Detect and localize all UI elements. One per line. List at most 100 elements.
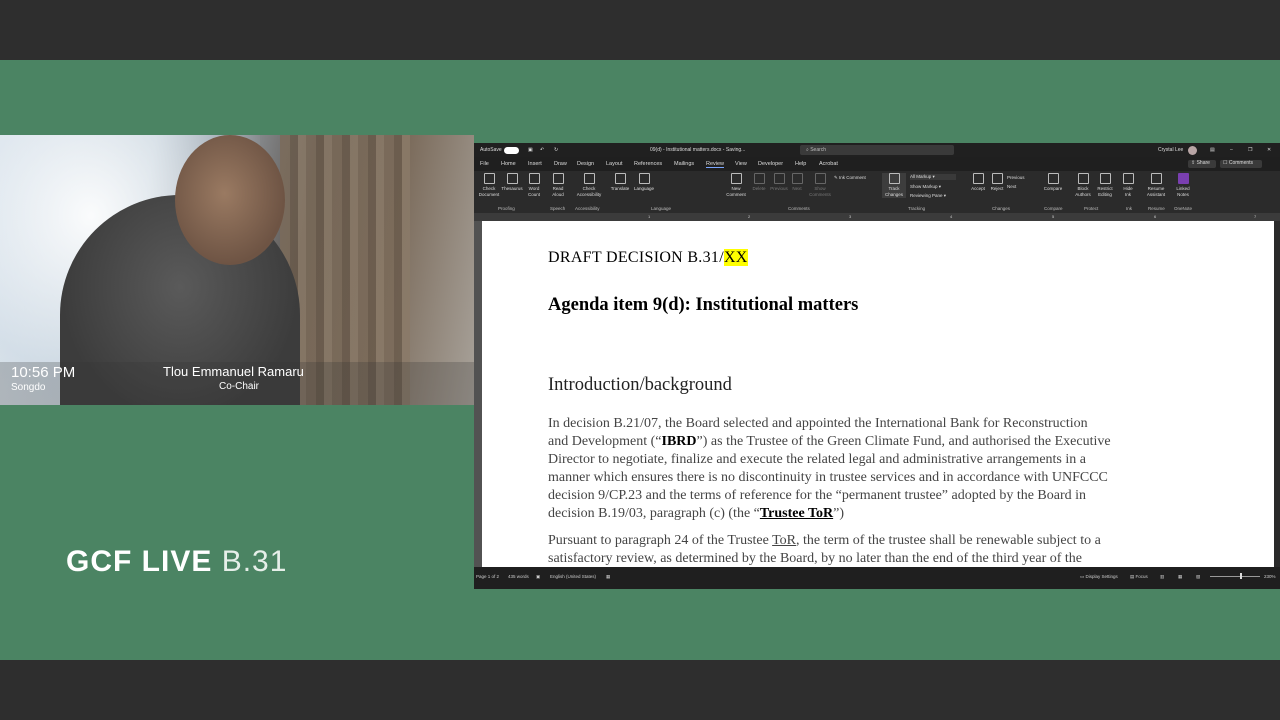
search-placeholder: Search bbox=[810, 147, 827, 153]
group-ink: Ink bbox=[1126, 206, 1133, 211]
new-comment-icon bbox=[730, 173, 742, 184]
page-indicator[interactable]: Page 1 of 2 bbox=[476, 574, 499, 579]
avatar[interactable] bbox=[1188, 146, 1197, 155]
show-markup-button[interactable]: Show Markup ▾ bbox=[910, 184, 956, 190]
proofing-icon[interactable]: ▣ bbox=[536, 574, 540, 580]
tab-draw[interactable]: Draw bbox=[554, 161, 567, 167]
resume-assistant-button[interactable]: Resume Assistant bbox=[1144, 173, 1168, 198]
group-onenote: OneNote bbox=[1174, 206, 1193, 211]
show-comments-button[interactable]: Show Comments bbox=[808, 173, 832, 198]
agenda-heading: Agenda item 9(d): Institutional matters bbox=[548, 295, 859, 315]
word-window: AutoSave ▣ ↶ ↻ 09(d) - Institutional mat… bbox=[474, 143, 1280, 589]
zoom-level[interactable]: 230% bbox=[1264, 574, 1276, 579]
word-count[interactable]: 435 words bbox=[508, 574, 529, 579]
language-icon bbox=[638, 173, 650, 184]
tab-insert[interactable]: Insert bbox=[528, 161, 542, 167]
hide-ink-icon bbox=[1122, 173, 1134, 184]
compare-icon bbox=[1047, 173, 1059, 184]
tab-file[interactable]: File bbox=[480, 161, 489, 167]
translate-button[interactable]: Translate bbox=[608, 173, 632, 192]
tab-layout[interactable]: Layout bbox=[606, 161, 623, 167]
block-authors-button[interactable]: Block Authors bbox=[1072, 173, 1094, 198]
ink-comment-button[interactable]: ✎ Ink Comment bbox=[834, 175, 874, 181]
redo-icon[interactable]: ↻ bbox=[554, 147, 558, 153]
thesaurus-icon bbox=[506, 173, 518, 184]
highlighted-placeholder: XX bbox=[723, 249, 748, 266]
ribbon-display-icon[interactable]: ▤ bbox=[1210, 147, 1215, 153]
read-aloud-button[interactable]: Read Aloud bbox=[548, 173, 568, 198]
reviewing-pane-button[interactable]: Reviewing Pane ▾ bbox=[910, 193, 960, 199]
tab-review[interactable]: Review bbox=[706, 161, 725, 168]
group-accessibility: Accessibility bbox=[575, 206, 600, 211]
user-name: Crystal Lee bbox=[1158, 147, 1184, 153]
document-page[interactable]: DRAFT DECISION B.31/XX Agenda item 9(d):… bbox=[482, 221, 1274, 567]
markup-select[interactable]: All Markup ▾ bbox=[910, 174, 956, 180]
previous-change-button[interactable]: Previous bbox=[1007, 175, 1035, 181]
next-change-button[interactable]: Next bbox=[1007, 184, 1035, 190]
accept-button[interactable]: Accept bbox=[968, 173, 988, 192]
reject-button[interactable]: Reject bbox=[988, 173, 1006, 192]
horizontal-ruler: 1 2 3 4 5 6 7 bbox=[474, 213, 1280, 221]
previous-comment-button[interactable]: Previous bbox=[769, 173, 789, 192]
undo-icon[interactable]: ↶ bbox=[540, 147, 544, 153]
title-bar: AutoSave ▣ ↶ ↻ 09(d) - Institutional mat… bbox=[474, 143, 1280, 157]
group-protect: Protect bbox=[1084, 206, 1099, 211]
zoom-slider[interactable] bbox=[1210, 576, 1260, 577]
track-changes-button[interactable]: Track Changes bbox=[882, 173, 906, 198]
vertical-scrollbar[interactable] bbox=[1274, 221, 1280, 567]
tab-acrobat[interactable]: Acrobat bbox=[819, 161, 838, 167]
group-changes: Changes bbox=[992, 206, 1011, 211]
new-comment-button[interactable]: New Comment bbox=[724, 173, 748, 198]
language-button[interactable]: Language bbox=[632, 173, 656, 192]
compare-button[interactable]: Compare bbox=[1041, 173, 1065, 192]
participant-name: Tlou Emmanuel Ramaru bbox=[163, 364, 304, 379]
thesaurus-button[interactable]: Thesaurus bbox=[501, 173, 523, 192]
group-tracking: Tracking bbox=[908, 206, 926, 211]
group-comments: Comments bbox=[788, 206, 810, 211]
group-language: Language bbox=[651, 206, 672, 211]
translate-icon bbox=[614, 173, 626, 184]
check-accessibility-button[interactable]: Check Accessibility bbox=[574, 173, 604, 198]
tab-design[interactable]: Design bbox=[577, 161, 594, 167]
focus-button[interactable]: ▤ Focus bbox=[1130, 574, 1148, 580]
group-speech: Speech bbox=[550, 206, 566, 211]
share-button[interactable]: ⇪ Share bbox=[1188, 160, 1216, 168]
save-icon[interactable]: ▣ bbox=[528, 147, 533, 153]
delete-comment-button[interactable]: Delete bbox=[750, 173, 768, 192]
zoom-thumb[interactable] bbox=[1240, 573, 1242, 579]
tab-mailings[interactable]: Mailings bbox=[674, 161, 694, 167]
linked-notes-button[interactable]: Linked Notes bbox=[1172, 173, 1194, 198]
status-bar: Page 1 of 2 435 words ▣ English (United … bbox=[474, 571, 1280, 583]
restrict-editing-button[interactable]: Restrict Editing bbox=[1094, 173, 1116, 198]
delete-icon bbox=[753, 173, 765, 184]
autosave-toggle[interactable] bbox=[504, 147, 519, 154]
comments-button[interactable]: ☐ Comments bbox=[1220, 160, 1262, 168]
group-compare: Compare bbox=[1044, 206, 1063, 211]
close-icon[interactable]: ✕ bbox=[1267, 147, 1271, 153]
tab-developer[interactable]: Developer bbox=[758, 161, 783, 167]
next-comment-button[interactable]: Next bbox=[790, 173, 804, 192]
restore-icon[interactable]: ❐ bbox=[1248, 147, 1252, 153]
word-count-button[interactable]: Word Count bbox=[524, 173, 544, 198]
hide-ink-button[interactable]: Hide Ink bbox=[1120, 173, 1136, 198]
read-mode-icon[interactable]: ▥ bbox=[1160, 574, 1164, 580]
print-layout-icon[interactable]: ▦ bbox=[1178, 574, 1182, 580]
check-document-button[interactable]: Check Document bbox=[478, 173, 500, 198]
language-status[interactable]: English (United States) bbox=[550, 574, 596, 579]
tab-home[interactable]: Home bbox=[501, 161, 516, 167]
show-comments-icon bbox=[814, 173, 826, 184]
document-canvas: DRAFT DECISION B.31/XX Agenda item 9(d):… bbox=[474, 221, 1280, 567]
event-brand: GCF LIVE B.31 bbox=[66, 545, 287, 579]
accept-icon bbox=[972, 173, 984, 184]
tab-view[interactable]: View bbox=[735, 161, 747, 167]
minimize-icon[interactable]: – bbox=[1230, 147, 1233, 153]
tab-references[interactable]: References bbox=[634, 161, 662, 167]
tab-help[interactable]: Help bbox=[795, 161, 806, 167]
search-box[interactable]: ⌕ Search bbox=[800, 145, 954, 155]
macro-icon[interactable]: ▦ bbox=[606, 574, 610, 580]
brand-session: B.31 bbox=[221, 545, 288, 578]
display-settings-button[interactable]: ▭ Display Settings bbox=[1080, 574, 1118, 580]
participant-role: Co-Chair bbox=[219, 381, 260, 392]
brand-bold: GCF LIVE bbox=[66, 545, 213, 578]
web-layout-icon[interactable]: ▧ bbox=[1196, 574, 1200, 580]
